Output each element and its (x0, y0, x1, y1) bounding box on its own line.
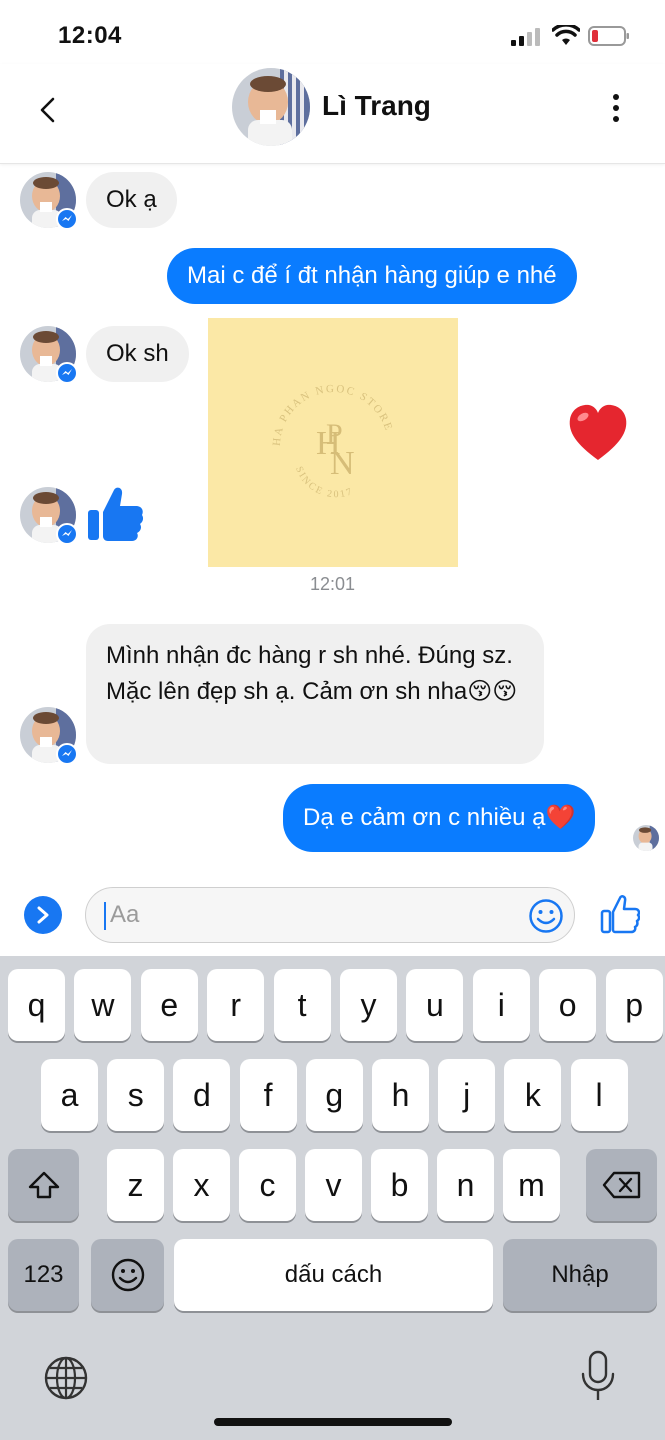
home-indicator[interactable] (214, 1418, 452, 1426)
back-button[interactable] (32, 90, 62, 130)
contact-avatar[interactable] (232, 68, 310, 146)
smiley-emoji-icon[interactable] (528, 898, 564, 934)
expand-actions-button[interactable] (24, 896, 62, 934)
more-dot-icon (613, 105, 619, 111)
message-input[interactable]: Aa (85, 887, 575, 943)
emoji-face-icon (111, 1258, 144, 1292)
key-i[interactable]: i (472, 969, 530, 1041)
key-w[interactable]: w (74, 969, 132, 1041)
emoji-key[interactable] (91, 1239, 164, 1311)
space-key[interactable]: dấu cách (174, 1239, 493, 1311)
messenger-badge-icon (56, 208, 78, 230)
key-m[interactable]: m (503, 1149, 560, 1221)
messenger-badge-icon (56, 362, 78, 384)
key-p[interactable]: p (605, 969, 663, 1041)
key-u[interactable]: u (406, 969, 464, 1041)
more-dot-icon (613, 94, 619, 100)
key-s[interactable]: s (107, 1059, 165, 1131)
chat-header: Lì Trang (0, 64, 665, 164)
message-bubble-incoming[interactable]: Mình nhận đc hàng r sh nhé. Đúng sz. Mặc… (86, 624, 544, 764)
thumbs-up-sticker-icon[interactable] (86, 484, 144, 544)
chevron-right-icon (37, 906, 49, 924)
key-y[interactable]: y (340, 969, 397, 1041)
wifi-icon (552, 25, 580, 45)
numbers-key[interactable]: 123 (8, 1239, 79, 1311)
status-bar: 12:04 (0, 0, 665, 64)
key-x[interactable]: x (173, 1149, 230, 1221)
messenger-badge-icon (56, 523, 78, 545)
more-options-button[interactable] (600, 88, 632, 128)
message-timestamp: 12:01 (309, 574, 356, 594)
message-bubble-outgoing[interactable]: Dạ e cảm ơn c nhiều ạ❤️ (283, 784, 596, 852)
text-caret (104, 902, 106, 930)
sender-avatar[interactable] (20, 707, 78, 765)
key-d[interactable]: d (173, 1059, 231, 1131)
backspace-key[interactable] (586, 1149, 657, 1221)
key-z[interactable]: z (107, 1149, 164, 1221)
sender-avatar[interactable] (20, 326, 78, 384)
key-j[interactable]: j (438, 1059, 496, 1131)
key-a[interactable]: a (41, 1059, 98, 1131)
more-dot-icon (613, 116, 619, 122)
sender-avatar[interactable] (20, 172, 78, 230)
key-o[interactable]: o (539, 969, 597, 1041)
key-t[interactable]: t (273, 969, 331, 1041)
key-l[interactable]: l (570, 1059, 628, 1131)
globe-icon[interactable] (42, 1354, 90, 1402)
shift-key[interactable] (8, 1149, 79, 1221)
svg-text:N: N (330, 445, 355, 482)
battery-low-icon (588, 26, 629, 46)
return-key[interactable]: Nhập (503, 1239, 657, 1311)
key-g[interactable]: g (305, 1059, 363, 1131)
store-watermark-logo: HA PHAN NGOC STORE SINCE 2017 H P N (271, 383, 393, 500)
baby-photo-avatar (633, 825, 659, 851)
key-r[interactable]: r (207, 969, 265, 1041)
key-v[interactable]: v (305, 1149, 362, 1221)
thumbs-up-icon[interactable] (600, 894, 640, 934)
key-q[interactable]: q (8, 969, 65, 1041)
key-h[interactable]: h (372, 1059, 429, 1131)
shift-arrow-icon (28, 1171, 59, 1199)
messenger-badge-icon (56, 743, 78, 765)
chevron-left-icon (40, 97, 55, 123)
key-b[interactable]: b (371, 1149, 428, 1221)
baby-photo-avatar (232, 68, 310, 146)
status-time: 12:04 (58, 22, 122, 49)
seen-indicator-avatar (633, 825, 659, 851)
message-input-placeholder: Aa (110, 901, 140, 928)
contact-name[interactable]: Lì Trang (322, 90, 431, 122)
microphone-icon[interactable] (580, 1350, 616, 1402)
shared-photo[interactable]: HA PHAN NGOC STORE SINCE 2017 H P N (208, 318, 458, 567)
key-f[interactable]: f (239, 1059, 297, 1131)
message-bubble-incoming[interactable]: Ok ạ (86, 172, 177, 228)
backspace-icon (602, 1171, 640, 1199)
message-composer: Aa (0, 872, 665, 956)
key-n[interactable]: n (437, 1149, 494, 1221)
key-e[interactable]: e (140, 969, 198, 1041)
key-c[interactable]: c (239, 1149, 296, 1221)
key-k[interactable]: k (504, 1059, 562, 1131)
heart-reaction-icon[interactable] (566, 402, 630, 464)
cellular-signal-icon (511, 28, 540, 46)
message-bubble-outgoing[interactable]: Mai c để í đt nhận hàng giúp e nhé (167, 248, 577, 304)
message-bubble-incoming[interactable]: Ok sh (86, 326, 189, 382)
sender-avatar[interactable] (20, 487, 78, 545)
